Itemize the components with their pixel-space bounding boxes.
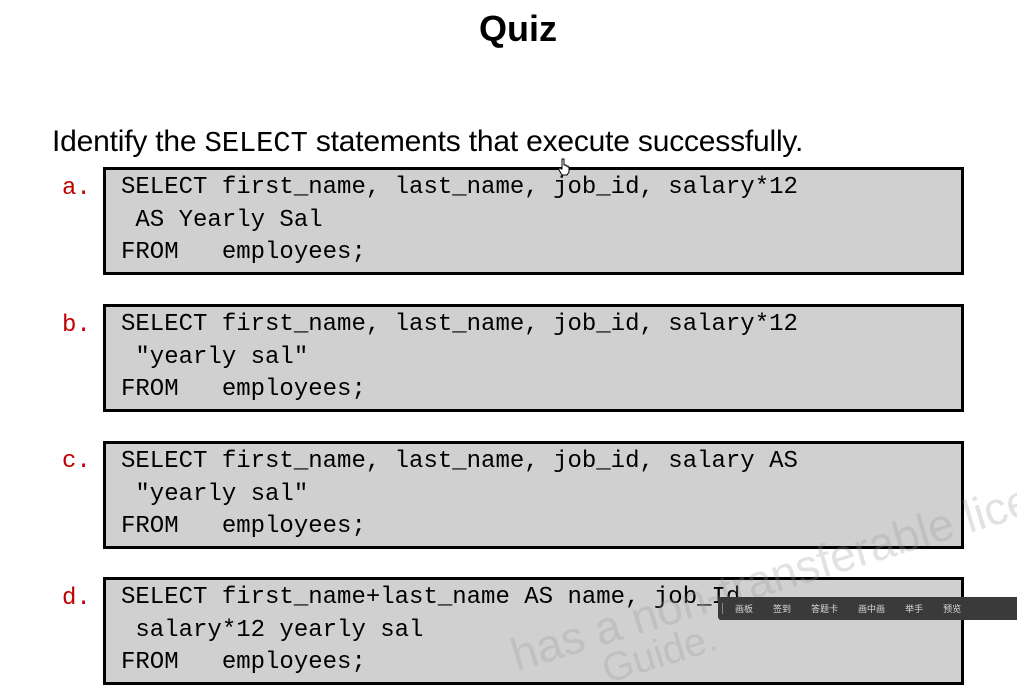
floating-toolbar: 画板 签到 答题卡 画中画 举手 预览 <box>718 597 1017 620</box>
option-c-label: c. <box>62 448 91 475</box>
toolbar-raise-hand-button[interactable]: 举手 <box>905 602 923 615</box>
option-a-label: a. <box>62 175 91 202</box>
option-a-code-box: SELECT first_name, last_name, job_id, sa… <box>103 167 964 275</box>
toolbar-whiteboard-button[interactable]: 画板 <box>735 602 753 615</box>
toolbar-pip-button[interactable]: 画中画 <box>858 602 885 615</box>
toolbar-preview-button[interactable]: 预览 <box>943 602 961 615</box>
question-text: Identify the SELECT statements that exec… <box>52 125 803 160</box>
code-line: AS Yearly Sal <box>121 206 323 234</box>
slide-title: Quiz <box>479 8 557 49</box>
toolbar-checkin-button[interactable]: 签到 <box>773 602 791 615</box>
code-line: SELECT first_name, last_name, job_id, sa… <box>121 311 798 338</box>
code-line: FROM employees; <box>121 513 366 540</box>
option-d-label: d. <box>62 585 91 612</box>
toolbar-answer-card-button[interactable]: 答题卡 <box>811 602 838 615</box>
code-line: "yearly sal" <box>121 343 309 371</box>
option-b-label: b. <box>62 312 91 339</box>
option-b-code-box: SELECT first_name, last_name, job_id, sa… <box>103 304 964 412</box>
code-line: FROM employees; <box>121 239 366 266</box>
code-line: SELECT first_name, last_name, job_id, sa… <box>121 448 798 475</box>
code-line: FROM employees; <box>121 376 366 403</box>
code-line: FROM employees; <box>121 649 366 676</box>
question-code: SELECT <box>204 127 308 160</box>
code-line: "yearly sal" <box>121 480 309 508</box>
toolbar-drag-handle[interactable] <box>722 603 723 614</box>
option-c-code-box: SELECT first_name, last_name, job_id, sa… <box>103 441 964 549</box>
question-suffix: statements that execute successfully. <box>307 125 804 158</box>
question-prefix: Identify the <box>52 125 205 158</box>
option-d-code-box: SELECT first_name+last_name AS name, job… <box>103 577 964 685</box>
hand-pointer-icon <box>558 158 570 176</box>
code-line: SELECT first_name, last_name, job_id, sa… <box>121 174 798 201</box>
